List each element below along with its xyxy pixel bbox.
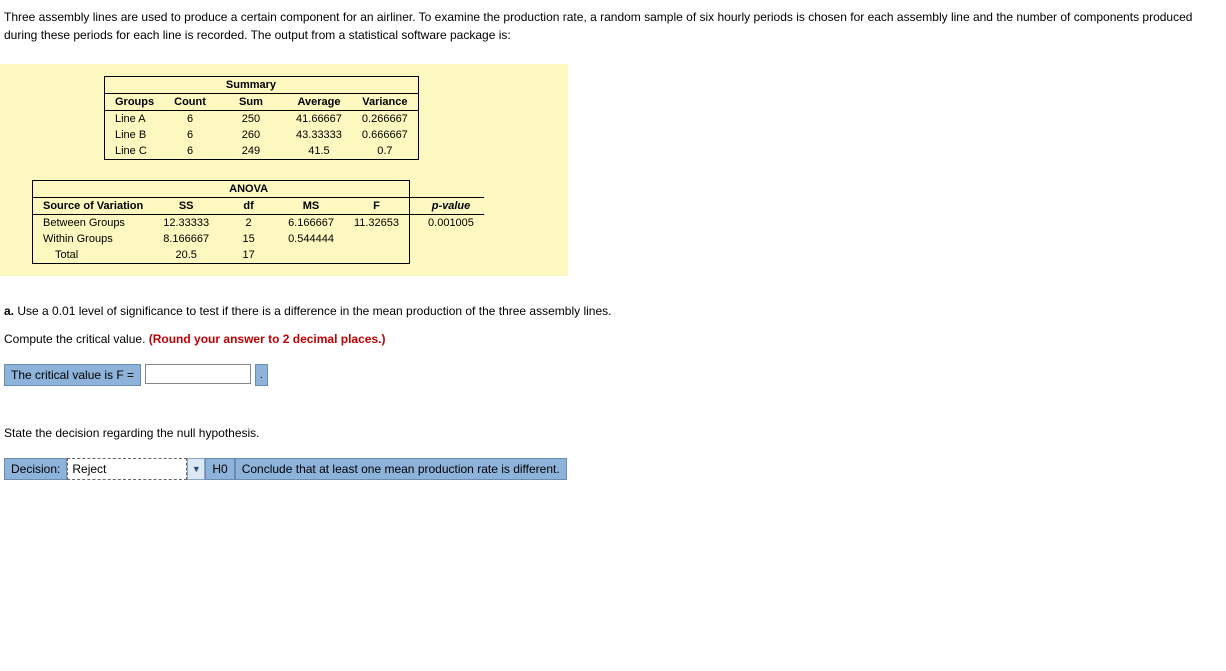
problem-intro: Three assembly lines are used to produce… — [4, 8, 1222, 44]
critical-value-label: The critical value is F = — [4, 364, 141, 386]
part-a-label: a. — [4, 304, 14, 318]
table-row: Line C 6 249 41.5 0.7 — [105, 143, 419, 160]
anova-title: ANOVA — [219, 181, 278, 198]
chevron-down-icon[interactable]: ▼ — [187, 458, 205, 480]
col-count: Count — [164, 94, 216, 111]
col-ms: MS — [278, 198, 344, 215]
decision-select[interactable]: Reject ▼ — [67, 458, 205, 480]
part-a-text: a. Use a 0.01 level of significance to t… — [4, 304, 1222, 318]
col-source: Source of Variation — [33, 198, 154, 215]
col-average: Average — [286, 94, 352, 111]
col-pvalue: p-value — [410, 198, 484, 215]
compute-line: Compute the critical value. (Round your … — [4, 332, 1222, 346]
table-row: Line A 6 250 41.66667 0.266667 — [105, 111, 419, 128]
table-row: Within Groups 8.166667 15 0.544444 — [33, 231, 484, 247]
col-sum: Sum — [216, 94, 286, 111]
rounding-hint: (Round your answer to 2 decimal places.) — [149, 332, 386, 346]
decision-value[interactable]: Reject — [67, 458, 187, 480]
h0-label: H0 — [205, 458, 234, 480]
table-row: Line B 6 260 43.33333 0.666667 — [105, 127, 419, 143]
col-df: df — [219, 198, 278, 215]
critical-value-row: The critical value is F = . — [4, 364, 268, 386]
summary-title: Summary — [216, 77, 286, 94]
col-variance: Variance — [352, 94, 418, 111]
software-output-panel: Summary Groups Count Sum Average Varianc… — [0, 64, 568, 276]
critical-value-input[interactable] — [145, 364, 251, 384]
conclusion-text: Conclude that at least one mean producti… — [235, 458, 567, 480]
summary-table-wrap: Summary Groups Count Sum Average Varianc… — [104, 76, 560, 160]
table-row: Between Groups 12.33333 2 6.166667 11.32… — [33, 215, 484, 232]
critical-value-period: . — [255, 364, 268, 386]
col-ss: SS — [153, 198, 219, 215]
col-groups: Groups — [105, 94, 165, 111]
anova-table-wrap: ANOVA Source of Variation SS df MS F p-v… — [32, 180, 560, 264]
summary-table: Summary Groups Count Sum Average Varianc… — [104, 76, 419, 160]
anova-table: ANOVA Source of Variation SS df MS F p-v… — [32, 180, 484, 264]
table-row: Total 20.5 17 — [33, 247, 484, 264]
decision-label: Decision: — [4, 458, 67, 480]
state-decision-text: State the decision regarding the null hy… — [4, 426, 1222, 440]
decision-row: Decision: Reject ▼ H0 Conclude that at l… — [4, 458, 567, 480]
col-f: F — [344, 198, 410, 215]
